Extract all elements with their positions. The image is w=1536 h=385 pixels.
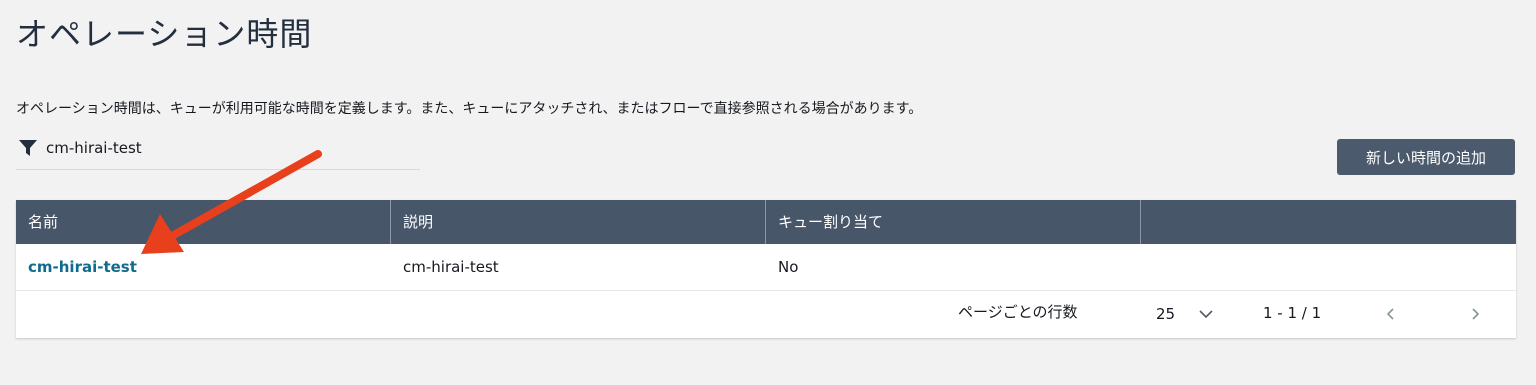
page-title: オペレーション時間: [16, 15, 313, 53]
cell-name: cm-hirai-test: [16, 244, 391, 290]
hours-name-link[interactable]: cm-hirai-test: [28, 258, 137, 276]
filter-value[interactable]: cm-hirai-test: [46, 138, 142, 158]
add-hours-button[interactable]: 新しい時間の追加: [1337, 139, 1515, 175]
table-row: cm-hirai-test cm-hirai-test No: [16, 244, 1516, 291]
cell-queue-assigned: No: [778, 258, 799, 276]
chevron-right-icon[interactable]: [1468, 307, 1482, 321]
cell-empty: [1141, 244, 1516, 290]
column-header-description[interactable]: 説明: [391, 200, 766, 244]
hours-table: 名前 説明 キュー割り当て cm-hirai-test cm-hirai-tes…: [16, 200, 1516, 338]
cell-description: cm-hirai-test: [403, 258, 499, 276]
column-header-name[interactable]: 名前: [16, 200, 391, 244]
rows-per-page-select[interactable]: 25: [1156, 304, 1175, 324]
page-description: オペレーション時間は、キューが利用可能な時間を定義します。また、キューにアタッチ…: [16, 101, 923, 117]
column-header-empty: [1141, 200, 1516, 244]
page-range: 1 - 1 / 1: [1263, 304, 1322, 322]
filter-bar[interactable]: cm-hirai-test: [16, 134, 420, 170]
chevron-left-icon[interactable]: [1384, 307, 1398, 321]
filter-icon: [19, 140, 37, 156]
pagination: ページごとの行数 25 1 - 1 / 1: [16, 291, 1516, 338]
rows-per-page-label: ページごとの行数: [958, 303, 1078, 321]
column-header-queue-assignment[interactable]: キュー割り当て: [766, 200, 1141, 244]
chevron-down-icon[interactable]: [1199, 309, 1213, 319]
table-header: 名前 説明 キュー割り当て: [16, 200, 1516, 244]
